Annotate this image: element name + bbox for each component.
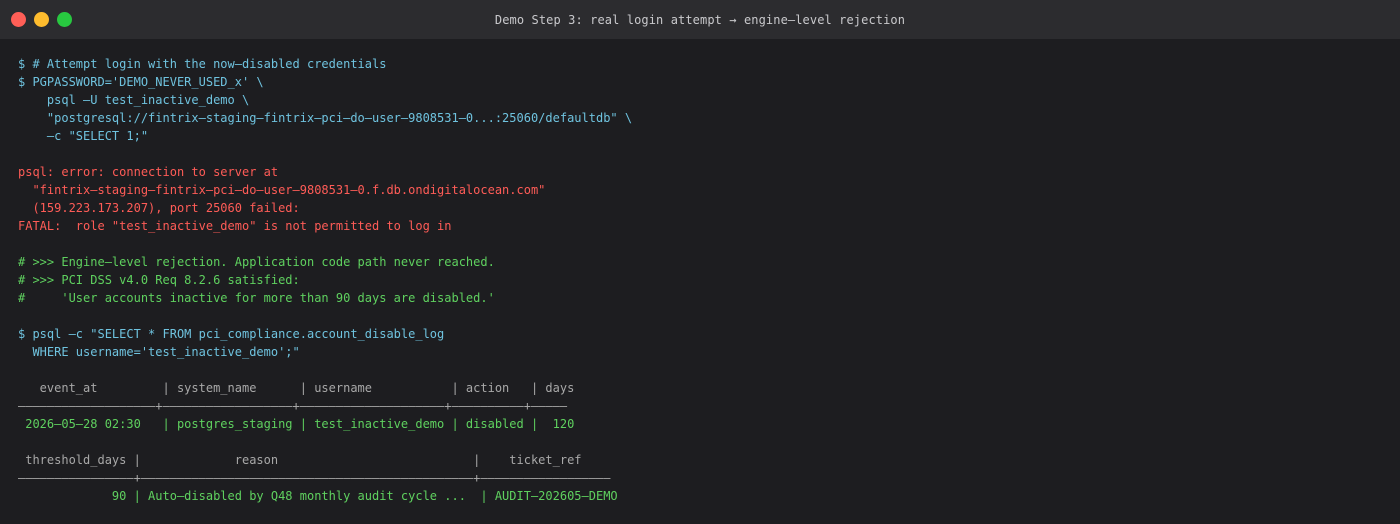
terminal-window: Demo Step 3: real login attempt → engine… bbox=[0, 0, 1400, 524]
close-window-button[interactable] bbox=[11, 12, 26, 27]
terminal-line-cmt: # >>> Engine–level rejection. Applicatio… bbox=[18, 255, 495, 269]
terminal-line-cmt: # >>> PCI DSS v4.0 Req 8.2.6 satisfied: bbox=[18, 273, 300, 287]
terminal-line-tval: 90 | Auto–disabled by Q48 monthly audit … bbox=[18, 489, 618, 503]
terminal-line-cmd: psql –U test_inactive_demo \ bbox=[18, 93, 250, 107]
terminal-output[interactable]: $ # Attempt login with the now–disabled … bbox=[18, 55, 1390, 505]
terminal-line-cmd: $ psql –c "SELECT * FROM pci_compliance.… bbox=[18, 327, 445, 341]
terminal-line-tsep: –––––––––––––––––––+––––––––––––––––––+–… bbox=[18, 399, 568, 413]
terminal-line-cmd: WHERE username='test_inactive_demo';" bbox=[18, 345, 300, 359]
terminal-line-err: (159.223.173.207), port 25060 failed: bbox=[18, 201, 300, 215]
terminal-line-cmd: "postgresql://fintrix–staging–fintrix–pc… bbox=[18, 111, 633, 125]
terminal-line-cmt: # 'User accounts inactive for more than … bbox=[18, 291, 495, 305]
terminal-line-tval: 2026–05–28 02:30 | postgres_staging | te… bbox=[18, 417, 575, 431]
terminal-line-cmd: $ # Attempt login with the now–disabled … bbox=[18, 57, 387, 71]
minimize-window-button[interactable] bbox=[34, 12, 49, 27]
terminal-line-err: psql: error: connection to server at bbox=[18, 165, 279, 179]
title-bar: Demo Step 3: real login attempt → engine… bbox=[0, 0, 1400, 39]
terminal-line-tsep: ––––––––––––––––+–––––––––––––––––––––––… bbox=[18, 471, 611, 485]
terminal-line-cmd: –c "SELECT 1;" bbox=[18, 129, 149, 143]
terminal-line-err: FATAL: role "test_inactive_demo" is not … bbox=[18, 219, 452, 233]
window-title: Demo Step 3: real login attempt → engine… bbox=[494, 12, 906, 27]
terminal-line-thead: threshold_days | reason | ticket_ref bbox=[18, 453, 582, 467]
maximize-window-button[interactable] bbox=[57, 12, 72, 27]
terminal-line-err: "fintrix–staging–fintrix–pci–do–user–980… bbox=[18, 183, 546, 197]
terminal-line-cmd: $ PGPASSWORD='DEMO_NEVER_USED_x' \ bbox=[18, 75, 264, 89]
terminal-line-thead: event_at | system_name | username | acti… bbox=[18, 381, 575, 395]
window-controls bbox=[11, 12, 72, 27]
